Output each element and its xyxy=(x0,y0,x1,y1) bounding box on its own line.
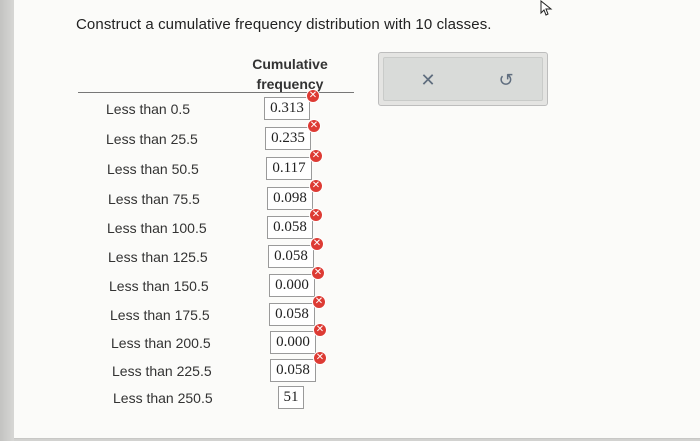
answer-input[interactable]: 0.235 xyxy=(265,127,311,150)
error-icon: ✕ xyxy=(314,352,326,364)
answer-input[interactable]: 0.117 xyxy=(266,157,312,180)
answer-input[interactable]: 51 xyxy=(278,386,304,409)
error-icon: ✕ xyxy=(311,238,323,250)
row-label: Less than 0.5 xyxy=(106,101,191,117)
error-icon: ✕ xyxy=(312,267,324,279)
clear-icon[interactable]: ✕ xyxy=(417,70,439,92)
row-label: Less than 200.5 xyxy=(111,335,211,351)
error-icon: ✕ xyxy=(310,180,322,192)
error-icon: ✕ xyxy=(310,150,322,162)
error-icon: ✕ xyxy=(310,209,322,221)
answer-input[interactable]: 0.000 xyxy=(269,274,315,297)
error-icon: ✕ xyxy=(314,324,326,336)
row-label: Less than 25.5 xyxy=(106,131,198,147)
row-label: Less than 150.5 xyxy=(109,278,209,294)
answer-input[interactable]: 0.058 xyxy=(268,245,314,268)
question-panel: Construct a cumulative frequency distrib… xyxy=(14,0,700,439)
answer-actions: ✕ ↺ xyxy=(378,52,548,106)
answer-input[interactable]: 0.098 xyxy=(267,187,313,210)
row-label: Less than 250.5 xyxy=(113,390,213,406)
answer-input[interactable]: 0.313 xyxy=(264,97,310,120)
row-label: Less than 225.5 xyxy=(112,363,212,379)
question-text: Construct a cumulative frequency distrib… xyxy=(76,16,492,33)
answer-input[interactable]: 0.000 xyxy=(270,331,316,354)
row-label: Less than 175.5 xyxy=(110,307,210,323)
cumulative-frequency-header: Cumulative frequency xyxy=(248,54,332,94)
mouse-cursor-icon xyxy=(540,0,553,16)
row-label: Less than 75.5 xyxy=(108,191,200,207)
answer-actions-inner: ✕ ↺ xyxy=(383,57,543,101)
answer-input[interactable]: 0.058 xyxy=(270,359,316,382)
reset-icon[interactable]: ↺ xyxy=(495,70,517,92)
header-line-1: Cumulative xyxy=(252,56,328,72)
header-line-2: frequency xyxy=(256,76,324,92)
row-label: Less than 50.5 xyxy=(107,161,199,177)
error-icon: ✕ xyxy=(313,296,325,308)
row-label: Less than 125.5 xyxy=(108,249,208,265)
error-icon: ✕ xyxy=(307,90,319,102)
error-icon: ✕ xyxy=(308,120,320,132)
answer-input[interactable]: 0.058 xyxy=(267,216,313,239)
answer-input[interactable]: 0.058 xyxy=(269,303,315,326)
row-label: Less than 100.5 xyxy=(107,220,207,236)
window-edge xyxy=(0,0,14,441)
